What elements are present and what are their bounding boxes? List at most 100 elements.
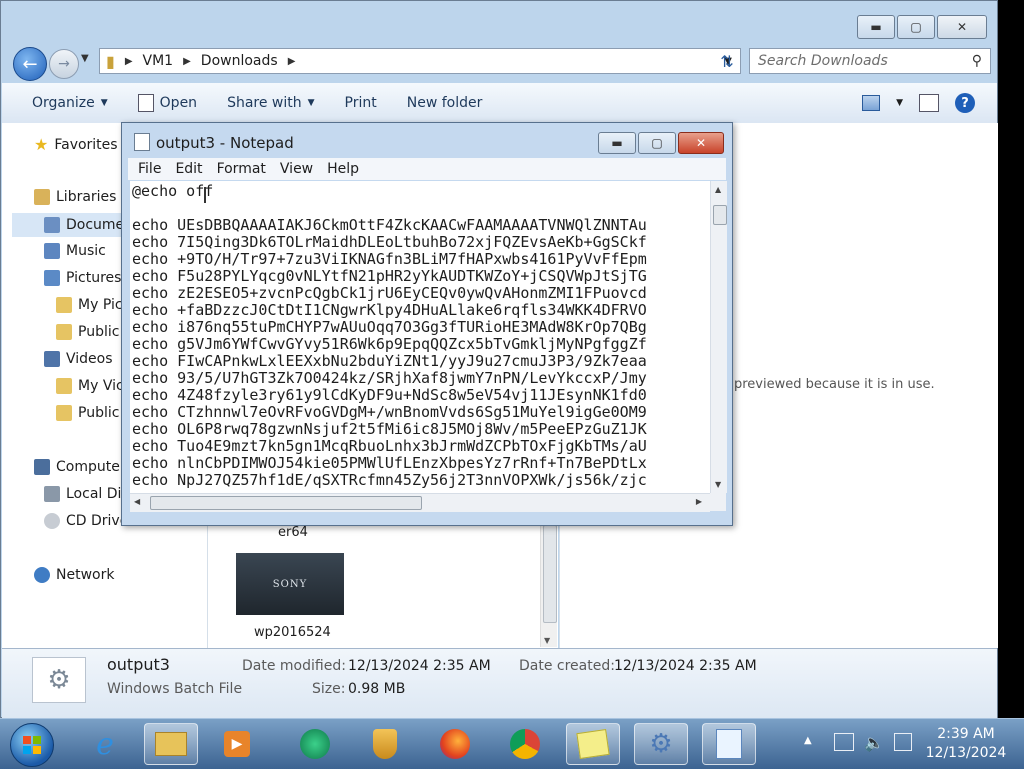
nav-local-disk[interactable]: Local Di: [44, 486, 121, 502]
nav-public-pictures[interactable]: Public: [56, 324, 119, 340]
nav-videos-label: Videos: [66, 351, 113, 367]
breadcrumb-separator-icon[interactable]: ▶: [125, 56, 133, 67]
clock[interactable]: 2:39 AM 12/13/2024: [916, 725, 1016, 763]
nav-videos[interactable]: Videos: [44, 351, 113, 367]
notepad-close-button[interactable]: ✕: [678, 132, 724, 154]
back-arrow-icon[interactable]: ←: [13, 47, 47, 81]
vertical-scroll-thumb[interactable]: [713, 205, 727, 225]
firefox-icon[interactable]: [428, 723, 482, 765]
file-item-label[interactable]: er64: [278, 525, 308, 540]
close-button[interactable]: ✕: [937, 15, 987, 39]
resize-grip-icon[interactable]: [710, 493, 726, 511]
action-center-icon[interactable]: [894, 733, 912, 751]
breadcrumb-separator-icon[interactable]: ▶: [288, 56, 296, 67]
share-with-button[interactable]: Share with ▼: [227, 95, 314, 111]
network-status-icon[interactable]: [834, 733, 854, 751]
nav-music-label: Music: [66, 243, 106, 259]
nav-public-videos[interactable]: Public: [56, 405, 119, 421]
scroll-down-arrow-icon[interactable]: ▼: [544, 636, 550, 645]
menu-help[interactable]: Help: [327, 161, 359, 177]
nav-my-pictures[interactable]: My Pic: [56, 297, 123, 313]
volume-muted-icon[interactable]: 🔈: [864, 733, 884, 752]
notepad-maximize-button[interactable]: ▢: [638, 132, 676, 154]
breadcrumb-vm1[interactable]: VM1: [143, 53, 174, 69]
search-icon[interactable]: ⚲: [972, 53, 982, 69]
text-line: echo +9TO/H/Tr97+7zu3ViIKNAGfn3BLiM7fHAP…: [132, 250, 647, 268]
scrollbar-thumb[interactable]: [543, 525, 557, 623]
notepad-taskbar-icon[interactable]: [702, 723, 756, 765]
text-line: echo nlnCbPDIMWOJ54kie05PMWlUfLEnzXbpesY…: [132, 454, 647, 472]
nav-computer[interactable]: Compute: [34, 459, 120, 475]
new-folder-button[interactable]: New folder: [407, 95, 483, 111]
nav-documents-label: Docume: [66, 217, 125, 233]
address-bar[interactable]: ▮ ▶ VM1 ▶ Downloads ▶ ▼: [99, 48, 741, 74]
file-item-label[interactable]: wp2016524: [254, 625, 331, 640]
show-hidden-icons-icon[interactable]: ▲: [804, 735, 812, 746]
settings-tools-icon[interactable]: ⚙: [634, 723, 688, 765]
notepad-minimize-button[interactable]: ▬: [598, 132, 636, 154]
notepad-window-controls: ▬ ▢ ✕: [598, 132, 724, 154]
notepad-horizontal-scrollbar[interactable]: ◀ ▶: [130, 493, 710, 512]
preview-pane-icon[interactable]: [919, 94, 939, 112]
organize-label: Organize: [32, 95, 95, 111]
documents-icon: [44, 217, 60, 233]
menu-file[interactable]: File: [138, 161, 161, 177]
text-line: echo g5VJm6YWfCwvGYvy51R6Wk6p9EpqQQZcx5b…: [132, 335, 647, 353]
pictures-icon: [44, 270, 60, 286]
maximize-button[interactable]: ▢: [897, 15, 935, 39]
preview-message: previewed because it is in use.: [734, 377, 935, 392]
breadcrumb-separator-icon[interactable]: ▶: [183, 56, 191, 67]
chat-app-icon[interactable]: [288, 723, 342, 765]
view-options-dropdown-icon[interactable]: ▼: [896, 98, 903, 108]
start-button[interactable]: [10, 723, 54, 767]
internet-explorer-icon[interactable]: e: [78, 723, 132, 765]
open-button[interactable]: Open: [137, 94, 197, 112]
folder-icon: [56, 405, 72, 421]
file-list-scrollbar[interactable]: ▼: [540, 525, 557, 647]
nav-pictures[interactable]: Pictures: [44, 270, 121, 286]
notepad-text-area[interactable]: @echo off echo UEsDBBQAAAAIAKJ6CkmOttF4Zk…: [130, 181, 710, 493]
refresh-icon[interactable]: ⇅: [714, 49, 740, 73]
nav-music[interactable]: Music: [44, 243, 106, 259]
nav-cd-drive[interactable]: CD Drive: [44, 513, 128, 529]
menu-view[interactable]: View: [280, 161, 313, 177]
nav-computer-label: Compute: [56, 459, 120, 475]
nav-cd-drive-label: CD Drive: [66, 513, 129, 529]
shield-icon[interactable]: [358, 723, 412, 765]
nav-my-videos[interactable]: My Vic: [56, 378, 124, 394]
scroll-down-arrow-icon[interactable]: ▼: [715, 480, 721, 489]
text-line: echo i876nq55tuPmCHYP7wAUuOqq7O3Gg3fTURi…: [132, 318, 647, 336]
menu-format[interactable]: Format: [217, 161, 266, 177]
search-input[interactable]: Search Downloads ⚲: [749, 48, 991, 74]
nav-network[interactable]: Network: [34, 567, 114, 583]
notepad-vertical-scrollbar[interactable]: ▲ ▼: [710, 181, 727, 493]
menu-edit[interactable]: Edit: [175, 161, 202, 177]
open-file-icon: [137, 94, 154, 112]
scroll-right-arrow-icon[interactable]: ▶: [696, 497, 702, 506]
horizontal-scroll-thumb[interactable]: [150, 496, 422, 510]
windows-explorer-icon[interactable]: [144, 723, 198, 765]
detail-size-label: Size:: [312, 681, 346, 697]
taskbar: e ▶ ⚙ ▲ 🔈 2:39 AM 12/13/2024: [0, 718, 1024, 769]
detail-created-label: Date created:: [519, 658, 615, 674]
detail-size-value: 0.98 MB: [348, 681, 406, 697]
scroll-left-arrow-icon[interactable]: ◀: [134, 497, 140, 506]
forward-arrow-icon[interactable]: →: [49, 49, 79, 79]
breadcrumb-downloads[interactable]: Downloads: [201, 53, 278, 69]
nav-libraries[interactable]: Libraries: [34, 189, 116, 205]
recent-pages-dropdown-icon[interactable]: ▼: [81, 53, 89, 64]
nav-favorites[interactable]: ★ Favorites: [34, 135, 118, 154]
change-view-icon[interactable]: [862, 95, 881, 111]
organize-button[interactable]: Organize ▼: [32, 95, 108, 111]
scroll-up-arrow-icon[interactable]: ▲: [715, 185, 721, 194]
file-thumbnail[interactable]: SONY: [236, 553, 344, 615]
help-icon[interactable]: ?: [955, 93, 975, 113]
print-button[interactable]: Print: [345, 95, 377, 111]
sticky-notes-icon[interactable]: [566, 723, 620, 765]
nav-my-videos-label: My Vic: [78, 378, 124, 394]
text-line: echo UEsDBBQAAAAIAKJ6CkmOttF4ZkcKAACwFAA…: [132, 216, 647, 234]
chrome-icon[interactable]: [498, 723, 552, 765]
media-player-icon[interactable]: ▶: [210, 723, 264, 765]
notepad-window: output3 - Notepad ▬ ▢ ✕ File Edit Format…: [121, 122, 733, 526]
minimize-button[interactable]: ▬: [857, 15, 895, 39]
